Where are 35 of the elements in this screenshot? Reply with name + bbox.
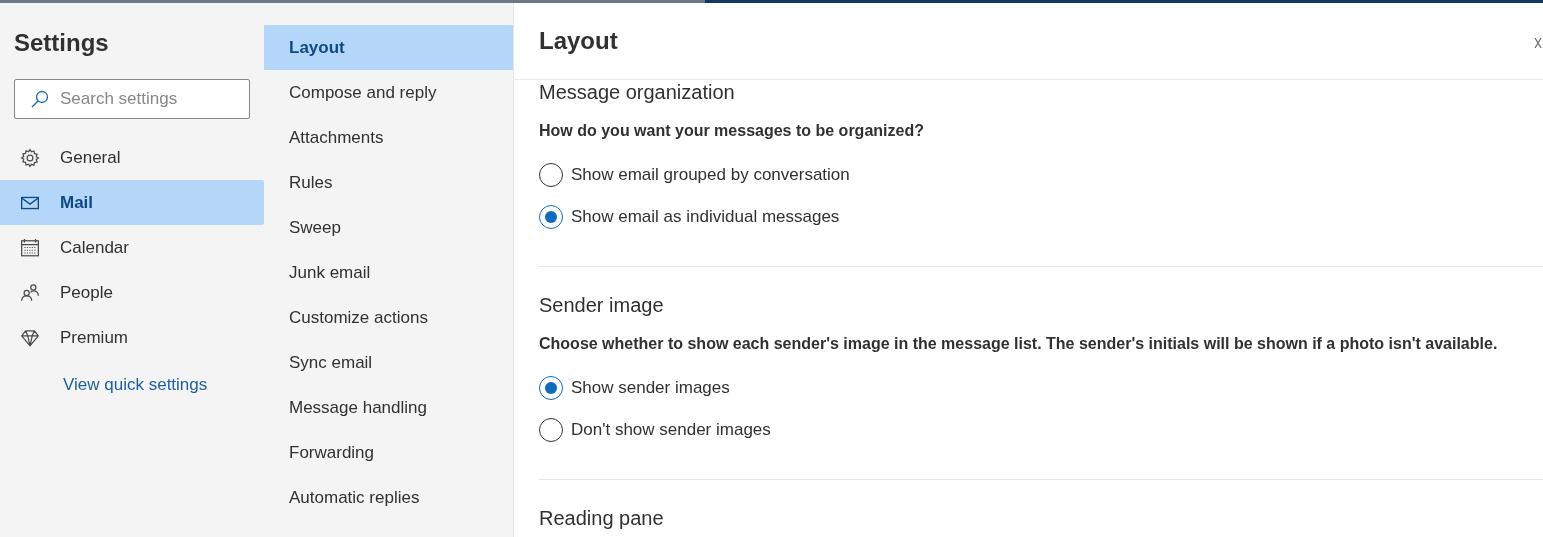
section-heading: Sender image [539,293,665,317]
subnav-item[interactable]: Layout [264,25,513,70]
radio-label[interactable]: Show sender images [571,375,730,401]
radio-label[interactable]: Don't show sender images [571,417,771,443]
radio-label[interactable]: Show email grouped by conversation [571,162,850,188]
subnav-item[interactable]: Customize actions [264,295,513,340]
sidebar-item[interactable]: General [0,135,264,180]
sidebar-item[interactable]: Mail [0,180,264,225]
quick-settings-link[interactable]: View quick settings [63,372,208,398]
subnav-item[interactable]: Junk email [264,250,513,295]
close-icon[interactable] [1534,37,1542,49]
subnav-item[interactable]: Rules [264,160,513,205]
subnav-item[interactable]: Sync email [264,340,513,385]
section-heading: Reading pane [539,506,665,530]
radio-label[interactable]: Show email as individual messages [571,204,840,230]
subnav-item[interactable]: Sweep [264,205,513,250]
section-description: How do you want your messages to be organized? [539,121,925,141]
diamond-icon [20,327,40,348]
search-icon [30,89,50,109]
section-description: Choose whether to show each sender's image in the message list. The sender's initials will be shown if a photo isn't available. [539,334,1499,354]
subnav-item[interactable]: Automatic replies [264,475,513,520]
subnav-item[interactable]: Compose and reply [264,70,513,115]
subnav-item[interactable]: Attachments [264,115,513,160]
calendar-icon [20,237,40,258]
section-heading: Message organization [539,80,736,104]
gear-icon [20,147,40,168]
sidebar-item[interactable]: Premium [0,315,264,360]
sidebar-item[interactable]: Calendar [0,225,264,270]
page-title: Layout [539,26,618,56]
people-icon [20,282,40,303]
settings-title: Settings [13,28,110,58]
subnav-item[interactable]: Message handling [264,385,513,430]
sidebar-item[interactable]: People [0,270,264,315]
search-field[interactable]: Search settings [14,79,250,119]
subnav-item[interactable]: Forwarding [264,430,513,475]
